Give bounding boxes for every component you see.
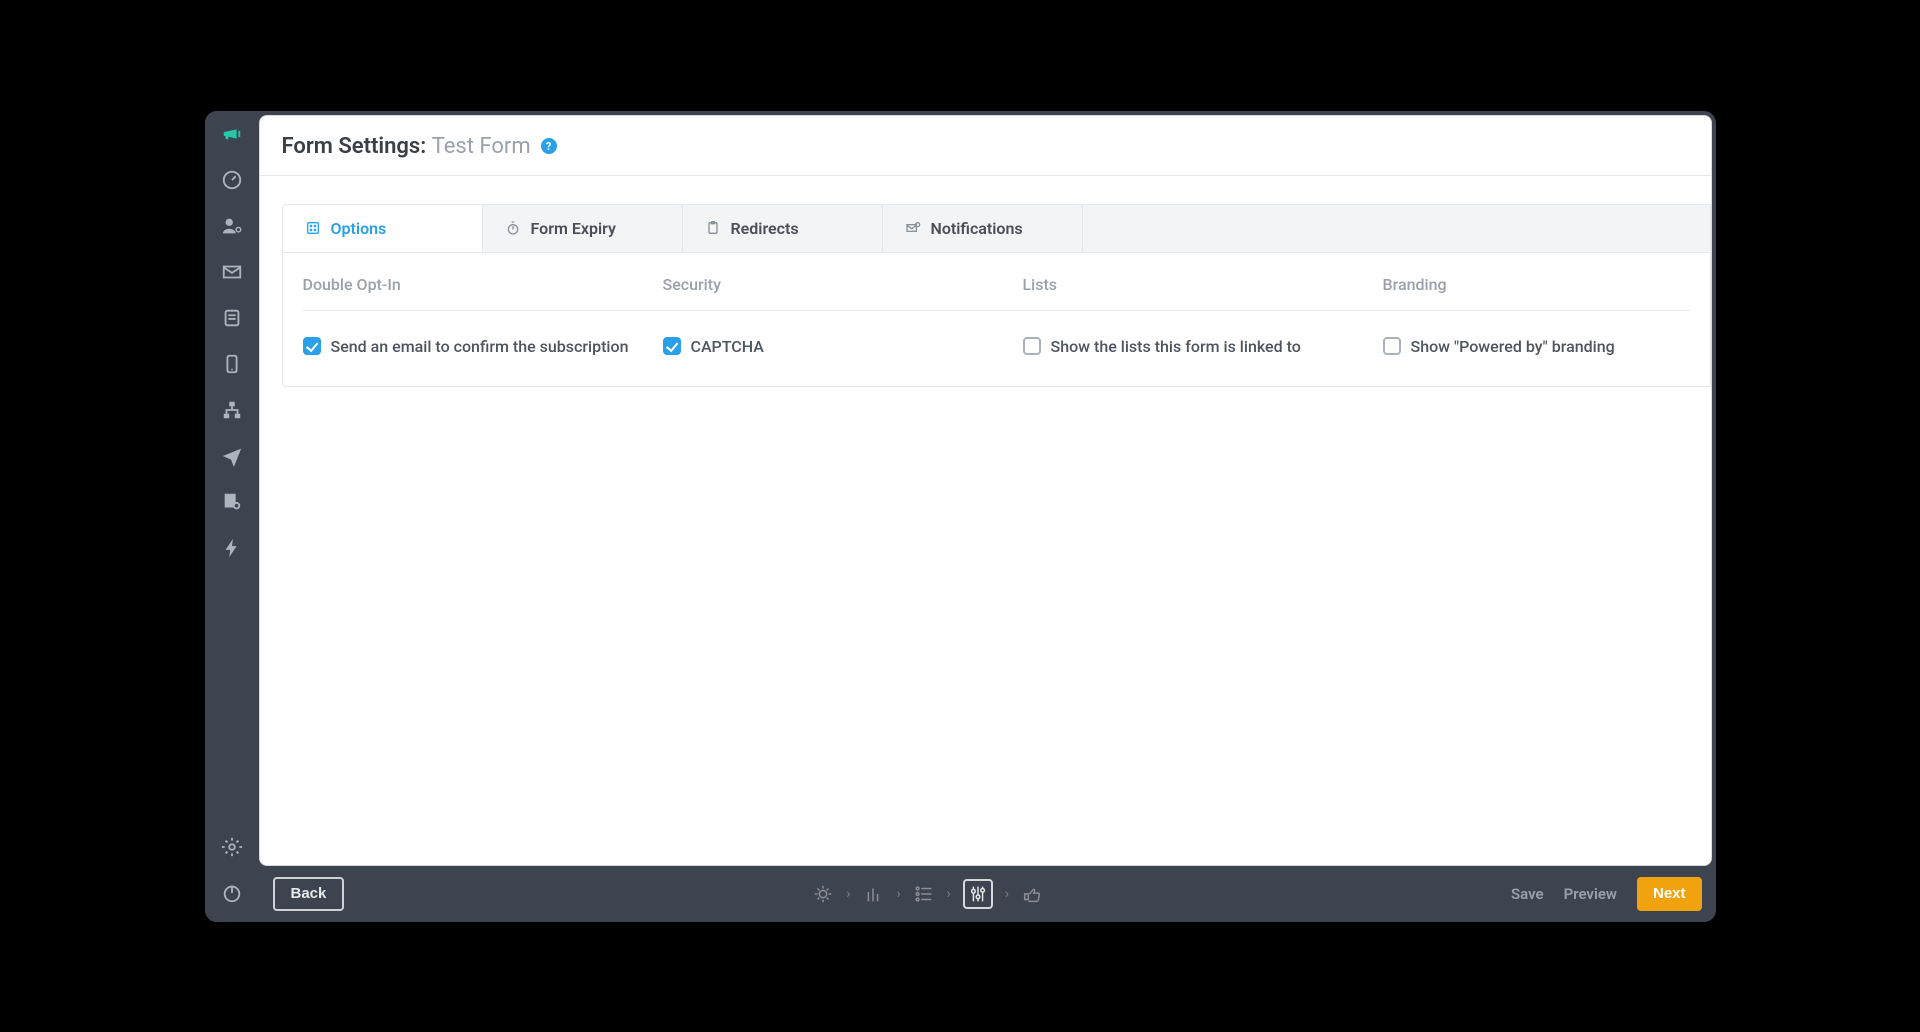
mobile-icon[interactable] xyxy=(221,353,243,375)
tab-redirects[interactable]: Redirects xyxy=(683,205,883,252)
tab-options[interactable]: Options xyxy=(283,205,483,252)
options-icon xyxy=(305,220,321,236)
tabs: Options Form Expiry Redirects Notificati… xyxy=(282,204,1711,252)
col-lists: Lists xyxy=(1023,275,1383,294)
bell-mail-icon xyxy=(905,220,921,236)
megaphone-icon[interactable] xyxy=(221,123,243,145)
options-row: Send an email to confirm the subscriptio… xyxy=(303,311,1690,356)
chevron-right-icon: › xyxy=(947,886,951,902)
sidebar xyxy=(205,111,259,922)
checkbox-double-optin[interactable] xyxy=(303,337,321,355)
label-branding: Show "Powered by" branding xyxy=(1411,337,1615,356)
step-fields-icon[interactable] xyxy=(913,883,935,905)
chevron-right-icon: › xyxy=(896,886,900,902)
page-title: Form Settings: Test Form xyxy=(282,134,531,159)
main-panel: Form Settings: Test Form ? Options Form … xyxy=(259,115,1712,866)
user-settings-icon[interactable] xyxy=(221,215,243,237)
checkbox-branding[interactable] xyxy=(1383,337,1401,355)
wizard-steps: › › › › xyxy=(812,879,1043,909)
clipboard-icon xyxy=(705,220,721,236)
tab-label: Options xyxy=(331,219,387,238)
label-captcha: CAPTCHA xyxy=(691,337,764,356)
tab-label: Form Expiry xyxy=(531,219,616,238)
form-name: Test Form xyxy=(432,134,531,159)
preview-link[interactable]: Preview xyxy=(1564,885,1617,903)
col-branding: Branding xyxy=(1383,275,1690,294)
column-headers: Double Opt-In Security Lists Branding xyxy=(303,253,1690,311)
certificate-icon[interactable] xyxy=(221,491,243,513)
tab-label: Redirects xyxy=(731,219,799,238)
label-double-optin: Send an email to confirm the subscriptio… xyxy=(331,337,629,356)
step-design-icon[interactable] xyxy=(862,883,884,905)
gear-icon[interactable] xyxy=(221,836,243,858)
page-header: Form Settings: Test Form ? xyxy=(260,116,1711,176)
col-security: Security xyxy=(663,275,1023,294)
send-icon[interactable] xyxy=(221,445,243,467)
dashboard-icon[interactable] xyxy=(221,169,243,191)
checkbox-show-lists[interactable] xyxy=(1023,337,1041,355)
save-link[interactable]: Save xyxy=(1511,885,1544,903)
footer-bar: Back › › › › Save Preview Next xyxy=(259,866,1716,922)
forms-icon[interactable] xyxy=(221,307,243,329)
label-show-lists: Show the lists this form is linked to xyxy=(1051,337,1301,356)
tab-form-expiry[interactable]: Form Expiry xyxy=(483,205,683,252)
chevron-right-icon: › xyxy=(1005,886,1009,902)
step-done-icon[interactable] xyxy=(1021,883,1043,905)
step-settings-icon[interactable] xyxy=(963,879,993,909)
next-button[interactable]: Next xyxy=(1637,877,1702,911)
back-button[interactable]: Back xyxy=(273,877,345,911)
network-icon[interactable] xyxy=(221,399,243,421)
app-window: Form Settings: Test Form ? Options Form … xyxy=(205,111,1716,922)
power-icon[interactable] xyxy=(221,882,243,904)
stopwatch-icon xyxy=(505,220,521,236)
bolt-icon[interactable] xyxy=(221,537,243,559)
col-double-optin: Double Opt-In xyxy=(303,275,663,294)
options-panel: Double Opt-In Security Lists Branding Se… xyxy=(282,252,1711,387)
chevron-right-icon: › xyxy=(846,886,850,902)
tab-label: Notifications xyxy=(931,219,1023,238)
help-icon[interactable]: ? xyxy=(541,138,557,154)
checkbox-captcha[interactable] xyxy=(663,337,681,355)
mail-icon[interactable] xyxy=(221,261,243,283)
tab-notifications[interactable]: Notifications xyxy=(883,205,1083,252)
step-setup-icon[interactable] xyxy=(812,883,834,905)
